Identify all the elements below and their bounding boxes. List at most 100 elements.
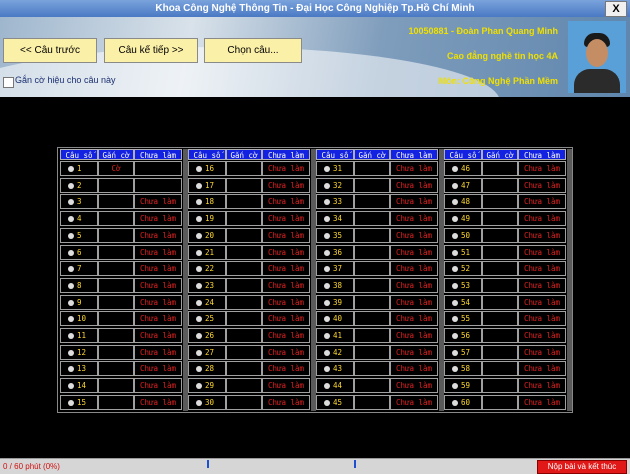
question-number-cell[interactable]: 2 [60, 177, 98, 193]
radio-icon[interactable] [324, 399, 330, 406]
question-number-cell[interactable]: 45 [316, 394, 354, 410]
question-number-cell[interactable]: 5 [60, 227, 98, 243]
question-number-cell[interactable]: 36 [316, 244, 354, 260]
radio-icon[interactable] [452, 232, 458, 239]
question-number-cell[interactable]: 38 [316, 277, 354, 293]
flag-checkbox[interactable] [3, 77, 14, 88]
radio-icon[interactable] [324, 216, 330, 223]
radio-icon[interactable] [196, 333, 202, 339]
question-number-cell[interactable]: 7 [60, 261, 98, 277]
question-number-cell[interactable]: 25 [188, 311, 226, 327]
radio-icon[interactable] [324, 199, 330, 206]
question-number-cell[interactable]: 48 [444, 194, 482, 210]
radio-icon[interactable] [68, 299, 74, 306]
radio-icon[interactable] [452, 383, 458, 390]
radio-icon[interactable] [68, 216, 74, 223]
radio-icon[interactable] [452, 349, 458, 356]
radio-icon[interactable] [196, 282, 202, 289]
radio-icon[interactable] [68, 316, 74, 323]
radio-icon[interactable] [196, 232, 202, 239]
prev-question-button[interactable]: << Câu trước [3, 38, 97, 63]
question-number-cell[interactable]: 44 [316, 378, 354, 394]
question-number-cell[interactable]: 30 [188, 394, 226, 410]
radio-icon[interactable] [68, 366, 74, 373]
question-number-cell[interactable]: 28 [188, 361, 226, 377]
radio-icon[interactable] [452, 316, 458, 323]
question-number-cell[interactable]: 60 [444, 394, 482, 410]
question-number-cell[interactable]: 4 [60, 211, 98, 227]
radio-icon[interactable] [452, 299, 458, 306]
radio-icon[interactable] [68, 383, 74, 390]
question-number-cell[interactable]: 47 [444, 177, 482, 193]
radio-icon[interactable] [452, 216, 458, 223]
radio-icon[interactable] [452, 199, 458, 206]
radio-icon[interactable] [68, 182, 74, 189]
question-number-cell[interactable]: 46 [444, 161, 482, 176]
radio-icon[interactable] [324, 316, 330, 323]
radio-icon[interactable] [452, 266, 458, 273]
question-number-cell[interactable]: 54 [444, 294, 482, 310]
radio-icon[interactable] [324, 383, 330, 390]
close-button[interactable]: X [605, 1, 627, 17]
radio-icon[interactable] [452, 182, 458, 189]
question-number-cell[interactable]: 3 [60, 194, 98, 210]
radio-icon[interactable] [324, 299, 330, 306]
question-number-cell[interactable]: 42 [316, 344, 354, 360]
question-number-cell[interactable]: 10 [60, 311, 98, 327]
radio-icon[interactable] [324, 232, 330, 239]
radio-icon[interactable] [68, 333, 74, 339]
question-number-cell[interactable]: 41 [316, 328, 354, 343]
radio-icon[interactable] [324, 166, 330, 172]
radio-icon[interactable] [324, 333, 330, 339]
question-number-cell[interactable]: 9 [60, 294, 98, 310]
radio-icon[interactable] [196, 366, 202, 373]
question-number-cell[interactable]: 8 [60, 277, 98, 293]
question-number-cell[interactable]: 15 [60, 394, 98, 410]
question-number-cell[interactable]: 56 [444, 328, 482, 343]
question-number-cell[interactable]: 59 [444, 378, 482, 394]
radio-icon[interactable] [196, 266, 202, 273]
question-number-cell[interactable]: 26 [188, 328, 226, 343]
radio-icon[interactable] [324, 182, 330, 189]
radio-icon[interactable] [68, 349, 74, 356]
question-number-cell[interactable]: 31 [316, 161, 354, 176]
question-number-cell[interactable]: 19 [188, 211, 226, 227]
radio-icon[interactable] [324, 349, 330, 356]
radio-icon[interactable] [68, 199, 74, 206]
radio-icon[interactable] [68, 166, 74, 172]
radio-icon[interactable] [452, 282, 458, 289]
question-number-cell[interactable]: 33 [316, 194, 354, 210]
question-number-cell[interactable]: 14 [60, 378, 98, 394]
question-number-cell[interactable]: 49 [444, 211, 482, 227]
question-number-cell[interactable]: 13 [60, 361, 98, 377]
radio-icon[interactable] [452, 166, 458, 172]
radio-icon[interactable] [452, 399, 458, 406]
question-number-cell[interactable]: 22 [188, 261, 226, 277]
radio-icon[interactable] [196, 249, 202, 256]
radio-icon[interactable] [324, 266, 330, 273]
next-question-button[interactable]: Câu kế tiếp >> [104, 38, 198, 63]
radio-icon[interactable] [68, 232, 74, 239]
radio-icon[interactable] [324, 249, 330, 256]
radio-icon[interactable] [324, 282, 330, 289]
question-number-cell[interactable]: 50 [444, 227, 482, 243]
radio-icon[interactable] [196, 199, 202, 206]
question-number-cell[interactable]: 57 [444, 344, 482, 360]
question-number-cell[interactable]: 11 [60, 328, 98, 343]
question-number-cell[interactable]: 17 [188, 177, 226, 193]
radio-icon[interactable] [196, 399, 202, 406]
radio-icon[interactable] [196, 216, 202, 223]
radio-icon[interactable] [196, 349, 202, 356]
question-number-cell[interactable]: 51 [444, 244, 482, 260]
radio-icon[interactable] [196, 182, 202, 189]
question-number-cell[interactable]: 37 [316, 261, 354, 277]
radio-icon[interactable] [196, 383, 202, 390]
question-number-cell[interactable]: 39 [316, 294, 354, 310]
question-number-cell[interactable]: 40 [316, 311, 354, 327]
question-number-cell[interactable]: 43 [316, 361, 354, 377]
radio-icon[interactable] [68, 282, 74, 289]
question-number-cell[interactable]: 1 [60, 161, 98, 176]
question-number-cell[interactable]: 29 [188, 378, 226, 394]
radio-icon[interactable] [452, 366, 458, 373]
question-number-cell[interactable]: 6 [60, 244, 98, 260]
